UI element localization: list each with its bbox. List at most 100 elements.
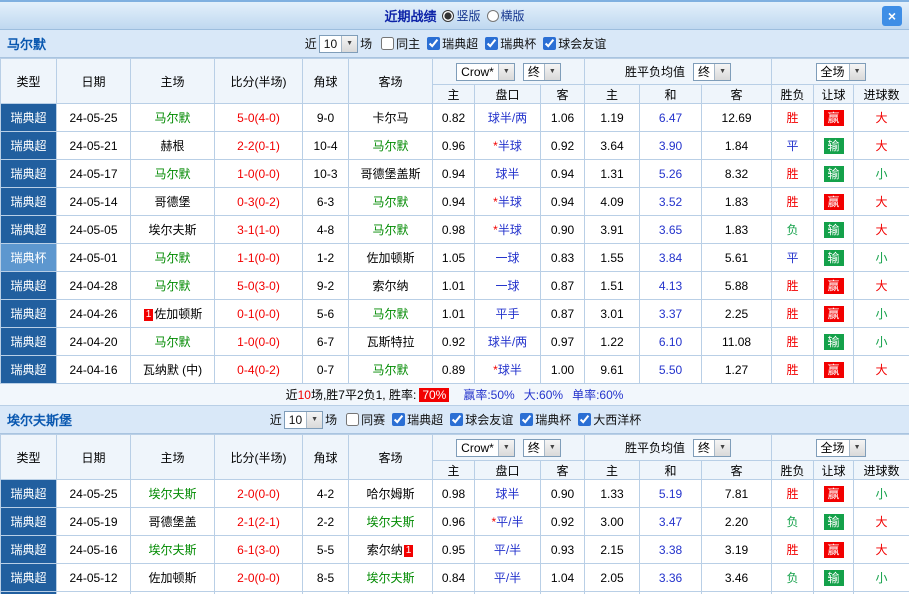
odds-home: 1.01 [433,300,475,328]
score: 5-0(3-0) [215,272,303,300]
home-team[interactable]: 马尔默 [131,160,215,188]
avg-draw: 6.47 [640,104,702,132]
filter-checkbox[interactable]: 瑞典超 [427,35,478,52]
away-team[interactable]: 马尔默 [349,188,433,216]
scope-group-header: 全场▼ [772,59,909,85]
filter-checkbox[interactable]: 同主 [381,35,420,52]
home-team[interactable]: 马尔默 [131,328,215,356]
league-type: 瑞典超 [1,104,57,132]
away-team[interactable]: 索尔纳 [349,272,433,300]
asian-result-badge: 赢 [824,306,844,322]
result-wdl: 胜 [772,356,814,384]
bookmaker-select[interactable]: Crow*▼ [456,63,515,81]
home-team[interactable]: 埃尔夫斯 [131,536,215,564]
col-handicap: 盘口 [475,85,541,104]
final-odds-select[interactable]: 终▼ [523,63,561,81]
layout-vertical-radio[interactable]: 竖版 [442,7,480,24]
checkbox-input[interactable] [427,37,440,50]
col-score: 比分(半场) [215,435,303,480]
away-team[interactable]: 佐加顿斯 [349,244,433,272]
home-team[interactable]: 瓦纳默 (中) [131,356,215,384]
filter-checkbox[interactable]: 球会友谊 [450,411,513,428]
home-team[interactable]: 哥德堡 [131,188,215,216]
asian-result-badge: 赢 [824,110,844,126]
away-team[interactable]: 埃尔夫斯 [349,508,433,536]
checkbox-input[interactable] [392,413,405,426]
asian-result-badge: 输 [824,334,844,350]
home-team[interactable]: 哥德堡盖 [131,508,215,536]
away-team[interactable]: 马尔默 [349,132,433,160]
avg-home: 4.09 [585,188,640,216]
filter-checkbox[interactable]: 大西洋杯 [578,411,641,428]
avg-home: 1.55 [585,244,640,272]
filter-checkbox[interactable]: 瑞典杯 [485,35,536,52]
home-team[interactable]: 马尔默 [131,104,215,132]
corners: 4-8 [303,216,349,244]
away-team[interactable]: 索尔纳1 [349,536,433,564]
checkbox-label: 球会友谊 [465,411,513,428]
summary-count: 10 [298,388,311,402]
score: 1-0(0-0) [215,328,303,356]
avg-away: 2.25 [702,300,772,328]
away-team[interactable]: 埃尔夫斯 [349,564,433,592]
final-avg-select[interactable]: 终▼ [693,63,731,81]
home-team[interactable]: 赫根 [131,132,215,160]
col-handicap: 盘口 [475,461,541,480]
away-team[interactable]: 卡尔马 [349,104,433,132]
checkbox-input[interactable] [543,37,556,50]
scope-select[interactable]: 全场▼ [816,439,866,457]
filter-checkbox[interactable]: 瑞典杯 [520,411,571,428]
result-asian: 输 [814,328,854,356]
league-type: 瑞典超 [1,132,57,160]
summary-text: 场,胜7平2负1, 胜率: [311,386,416,403]
away-team[interactable]: 哥德堡盖斯 [349,160,433,188]
home-team[interactable]: 马尔默 [131,244,215,272]
home-team[interactable]: 埃尔夫斯 [131,216,215,244]
home-team[interactable]: 马尔默 [131,272,215,300]
match-row: 瑞典超24-05-19哥德堡盖2-1(2-1)2-2埃尔夫斯0.96*平/半0.… [1,508,909,536]
filter-checkbox[interactable]: 球会友谊 [543,35,606,52]
radio-input[interactable] [487,10,499,22]
col-score: 比分(半场) [215,59,303,104]
home-team[interactable]: 佐加顿斯 [131,564,215,592]
match-count-select[interactable]: 10▼ [284,411,323,429]
checkbox-input[interactable] [346,413,359,426]
result-wdl: 胜 [772,104,814,132]
result-asian: 赢 [814,356,854,384]
avg-away: 3.19 [702,536,772,564]
away-team[interactable]: 瓦斯特拉 [349,328,433,356]
filter-checkbox[interactable]: 瑞典超 [392,411,443,428]
scope-select[interactable]: 全场▼ [816,63,866,81]
corners: 4-2 [303,480,349,508]
checkbox-input[interactable] [520,413,533,426]
final-avg-select[interactable]: 终▼ [693,439,731,457]
match-count-select[interactable]: 10▼ [319,35,358,53]
avg-group-header: 胜平负均值 终▼ [585,435,772,461]
result-goals: 大 [854,216,909,244]
asian-result-badge: 赢 [824,362,844,378]
bookmaker-select[interactable]: Crow*▼ [456,439,515,457]
layout-horizontal-radio[interactable]: 横版 [487,7,525,24]
away-team[interactable]: 马尔默 [349,300,433,328]
away-team[interactable]: 哈尔姆斯 [349,480,433,508]
handicap: 球半/两 [475,104,541,132]
home-team[interactable]: 1佐加顿斯 [131,300,215,328]
result-wdl: 胜 [772,480,814,508]
radio-label: 横版 [501,7,525,24]
away-team[interactable]: 马尔默 [349,356,433,384]
away-team[interactable]: 马尔默 [349,216,433,244]
filter-checkbox[interactable]: 同赛 [346,411,385,428]
checkbox-input[interactable] [381,37,394,50]
close-button[interactable]: × [882,6,902,26]
checkbox-input[interactable] [485,37,498,50]
final-odds-select[interactable]: 终▼ [523,439,561,457]
col-avg-draw: 和 [640,85,702,104]
checkbox-input[interactable] [450,413,463,426]
result-asian: 赢 [814,272,854,300]
result-goals: 小 [854,300,909,328]
home-team[interactable]: 埃尔夫斯 [131,480,215,508]
radio-input[interactable] [442,10,454,22]
asian-result-badge: 赢 [824,542,844,558]
checkbox-input[interactable] [578,413,591,426]
filter-controls: 近10▼场同赛瑞典超球会友谊瑞典杯大西洋杯 [0,406,909,433]
